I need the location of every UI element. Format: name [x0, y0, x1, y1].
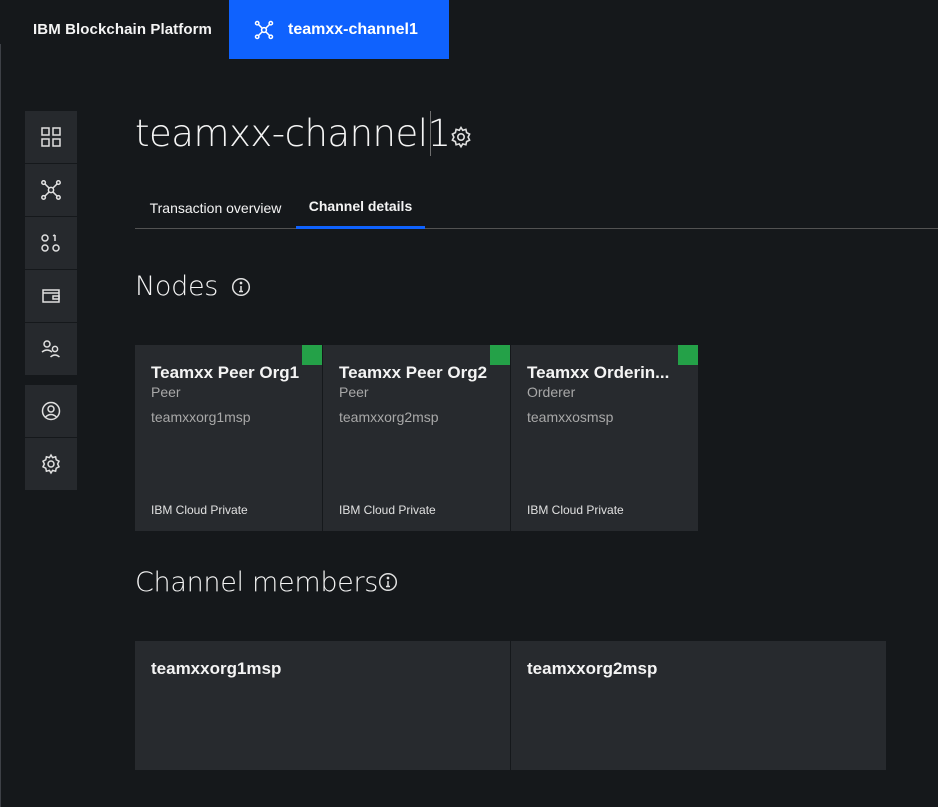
channel-members-heading: Channel members [135, 567, 379, 598]
member-card[interactable]: teamxxorg2msp [511, 641, 886, 770]
nav-smart-contracts[interactable] [25, 217, 77, 269]
nav-users[interactable] [25, 323, 77, 375]
node-location: IBM Cloud Private [339, 503, 436, 517]
side-nav [25, 111, 77, 491]
node-msp: teamxxorg1msp [151, 409, 251, 425]
active-channel-tab[interactable]: teamxx-channel1 [229, 0, 449, 59]
node-msp: teamxxorg2msp [339, 409, 439, 425]
member-name: teamxxorg1msp [151, 659, 282, 678]
gear-icon [41, 453, 61, 475]
info-icon[interactable] [378, 572, 398, 592]
node-name: Teamxx Peer Org2 [339, 363, 488, 382]
member-name: teamxxorg2msp [527, 659, 658, 678]
member-card[interactable]: teamxxorg1msp [135, 641, 510, 770]
nav-profile[interactable] [25, 385, 77, 437]
brand-name[interactable]: IBM Blockchain Platform [33, 21, 212, 38]
node-type: Peer [151, 384, 181, 400]
active-channel-tab-label: teamxx-channel1 [288, 20, 418, 38]
network-icon [254, 20, 274, 40]
status-indicator [490, 345, 510, 365]
left-border [0, 44, 1, 807]
node-name: Teamxx Orderin... [527, 363, 670, 382]
node-card[interactable]: Teamxx Peer Org1 Peer teamxxorg1msp IBM … [135, 345, 322, 531]
channel-tabs: Transaction overview Channel details [135, 186, 938, 229]
node-location: IBM Cloud Private [527, 503, 624, 517]
node-card[interactable]: Teamxx Peer Org2 Peer teamxxorg2msp IBM … [323, 345, 510, 531]
wallet-icon [42, 289, 60, 303]
grid-icon [41, 127, 61, 147]
tab-channel-details[interactable]: Channel details [296, 186, 425, 229]
user-avatar-icon [41, 401, 61, 421]
gear-icon [451, 125, 471, 149]
tab-transaction-overview[interactable]: Transaction overview [135, 186, 296, 229]
users-icon [41, 340, 60, 358]
node-location: IBM Cloud Private [151, 503, 248, 517]
node-type: Orderer [527, 384, 576, 400]
nodes-heading: Nodes [135, 271, 219, 302]
top-bar: IBM Blockchain Platform [0, 0, 938, 44]
node-msp: teamxxosmsp [527, 409, 614, 425]
title-divider [430, 111, 431, 156]
binary-icon [41, 234, 60, 252]
status-indicator [678, 345, 698, 365]
info-icon[interactable] [231, 277, 251, 297]
channel-settings-button[interactable] [449, 125, 473, 149]
node-type: Peer [339, 384, 369, 400]
nav-dashboard[interactable] [25, 111, 77, 163]
network-icon [41, 180, 61, 200]
nav-settings[interactable] [25, 438, 77, 490]
page-title: teamxx-channel1 [135, 112, 451, 155]
status-indicator [302, 345, 322, 365]
nav-wallet[interactable] [25, 270, 77, 322]
nav-channels[interactable] [25, 164, 77, 216]
node-card[interactable]: Teamxx Orderin... Orderer teamxxosmsp IB… [511, 345, 698, 531]
node-name: Teamxx Peer Org1 [151, 363, 300, 382]
